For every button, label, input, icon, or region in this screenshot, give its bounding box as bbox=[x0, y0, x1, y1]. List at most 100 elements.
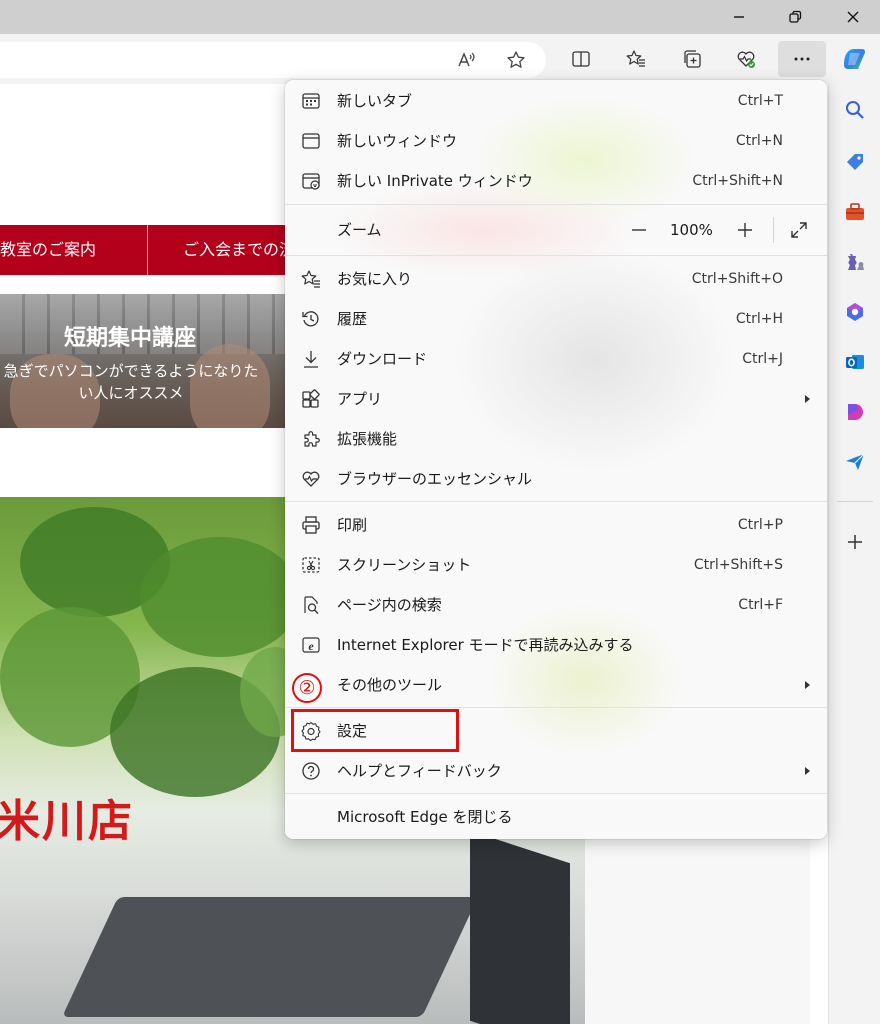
help-icon bbox=[301, 761, 321, 781]
settings-highlight-box bbox=[291, 709, 459, 752]
step-number-badge: ② bbox=[292, 673, 322, 703]
menu-item-label: ページ内の検索 bbox=[337, 596, 442, 614]
restore-button[interactable] bbox=[766, 0, 824, 34]
menu-item-shortcut: Ctrl+Shift+O bbox=[691, 271, 783, 287]
split-screen-button[interactable] bbox=[565, 43, 597, 75]
zoom-divider bbox=[773, 217, 774, 243]
submenu-arrow-icon bbox=[805, 767, 810, 775]
menu-item-new-window[interactable]: 新しいウィンドウ Ctrl+N bbox=[285, 121, 827, 161]
menu-item-shortcut: Ctrl+T bbox=[737, 93, 783, 109]
submenu-arrow-icon bbox=[805, 395, 810, 403]
copilot-icon bbox=[844, 49, 866, 69]
browser-essentials-icon bbox=[737, 51, 755, 68]
menu-item-label: 新しいウィンドウ bbox=[337, 132, 458, 150]
microsoft365-icon bbox=[847, 303, 863, 321]
course-banner[interactable]: 短期集中講座 急ぎでパソコンができるようになりた い人にオススメ bbox=[0, 294, 290, 428]
menu-item-screenshot[interactable]: スクリーンショット Ctrl+Shift+S bbox=[285, 545, 827, 585]
minimize-button[interactable] bbox=[710, 0, 768, 34]
zoom-out-button[interactable] bbox=[623, 205, 655, 255]
menu-item-more-tools[interactable]: その他のツール bbox=[285, 665, 827, 705]
add-icon bbox=[848, 535, 862, 549]
menu-item-new-inprivate-window[interactable]: 新しい InPrivate ウィンドウ Ctrl+Shift+N bbox=[285, 161, 827, 201]
menu-divider bbox=[285, 255, 827, 256]
menu-item-apps[interactable]: アプリ bbox=[285, 379, 827, 419]
sidebar-tools-button[interactable] bbox=[843, 200, 867, 224]
title-bar bbox=[0, 0, 880, 34]
svg-text:e: e bbox=[308, 639, 314, 653]
banner-title: 短期集中講座 bbox=[63, 326, 196, 351]
apps-icon bbox=[301, 389, 321, 409]
menu-item-find-on-page[interactable]: ページ内の検索 Ctrl+F bbox=[285, 585, 827, 625]
new-window-icon bbox=[301, 131, 321, 151]
menu-item-shortcut: Ctrl+F bbox=[738, 597, 783, 613]
sidebar-microsoft365-button[interactable] bbox=[843, 300, 867, 324]
banner-subtitle-line: い人にオススメ bbox=[78, 384, 184, 402]
sidebar-shopping-button[interactable] bbox=[843, 150, 867, 174]
internet-explorer-icon: e bbox=[301, 635, 321, 655]
menu-divider bbox=[285, 707, 827, 708]
minus-icon bbox=[632, 229, 646, 231]
menu-item-extensions[interactable]: 拡張機能 bbox=[285, 419, 827, 459]
menu-divider bbox=[285, 501, 827, 502]
menu-item-favorites[interactable]: お気に入り Ctrl+Shift+O bbox=[285, 259, 827, 299]
menu-item-shortcut: Ctrl+P bbox=[737, 517, 783, 533]
menu-item-shortcut: Ctrl+N bbox=[735, 133, 783, 149]
menu-item-browser-essentials[interactable]: ブラウザーのエッセンシャル bbox=[285, 459, 827, 499]
screenshot-icon bbox=[301, 555, 321, 575]
menu-item-history[interactable]: 履歴 Ctrl+H bbox=[285, 299, 827, 339]
menu-item-label: 印刷 bbox=[337, 516, 368, 534]
sidebar-designer-button[interactable] bbox=[843, 400, 867, 424]
read-aloud-button[interactable] bbox=[450, 44, 482, 76]
close-icon bbox=[847, 11, 859, 23]
banner-subtitle-line: 急ぎでパソコンができるようになりた bbox=[3, 362, 259, 380]
settings-and-more-button[interactable] bbox=[778, 41, 826, 77]
nav-link-enrollment[interactable]: ご入会までの流 bbox=[183, 225, 295, 275]
menu-item-label: ヘルプとフィードバック bbox=[337, 762, 502, 780]
outlook-icon bbox=[846, 355, 864, 369]
menu-item-label: ブラウザーのエッセンシャル bbox=[337, 470, 533, 488]
menu-item-print[interactable]: 印刷 Ctrl+P bbox=[285, 505, 827, 545]
sidebar-drop-button[interactable] bbox=[843, 450, 867, 474]
download-icon bbox=[301, 349, 321, 369]
collections-button[interactable] bbox=[676, 43, 708, 75]
menu-divider bbox=[285, 793, 827, 794]
menu-item-ie-mode[interactable]: e Internet Explorer モードで再読み込みする bbox=[285, 625, 827, 665]
menu-item-shortcut: Ctrl+J bbox=[742, 351, 783, 367]
close-window-button[interactable] bbox=[824, 0, 880, 34]
drop-icon bbox=[846, 453, 865, 470]
browser-essentials-button[interactable] bbox=[730, 43, 762, 75]
full-screen-button[interactable] bbox=[783, 205, 815, 255]
minimize-icon bbox=[734, 16, 744, 18]
browser-essentials-icon bbox=[301, 469, 321, 489]
menu-item-label: 新しいタブ bbox=[337, 92, 413, 110]
sidebar-outlook-button[interactable] bbox=[843, 350, 867, 374]
new-tab-icon bbox=[301, 91, 321, 111]
zoom-in-button[interactable] bbox=[729, 205, 761, 255]
nav-link-classroom[interactable]: 教室のご案内 bbox=[0, 225, 96, 275]
menu-item-shortcut: Ctrl+Shift+S bbox=[693, 557, 783, 573]
menu-item-label: その他のツール bbox=[337, 676, 443, 694]
collections-icon bbox=[684, 50, 701, 68]
sidebar-add-button[interactable] bbox=[843, 530, 867, 554]
favorites-button[interactable] bbox=[620, 43, 652, 75]
copilot-button[interactable] bbox=[838, 43, 870, 75]
print-icon bbox=[301, 515, 321, 535]
full-screen-icon bbox=[791, 222, 807, 238]
inprivate-icon bbox=[301, 171, 321, 191]
menu-item-new-tab[interactable]: 新しいタブ Ctrl+T bbox=[285, 81, 827, 121]
menu-item-downloads[interactable]: ダウンロード Ctrl+J bbox=[285, 339, 827, 379]
zoom-level: 100% bbox=[670, 221, 713, 239]
menu-item-shortcut: Ctrl+Shift+N bbox=[692, 173, 783, 189]
menu-item-close-edge[interactable]: Microsoft Edge を閉じる bbox=[285, 797, 827, 837]
menu-item-label: アプリ bbox=[337, 390, 383, 408]
sidebar-search-button[interactable] bbox=[843, 98, 867, 122]
store-name: 米川店 bbox=[0, 796, 134, 847]
more-icon bbox=[794, 57, 810, 61]
add-favorite-icon bbox=[507, 51, 525, 68]
laptop-keyboard-photo bbox=[62, 897, 478, 1017]
address-bar[interactable] bbox=[0, 42, 546, 78]
sidebar-games-button[interactable] bbox=[843, 250, 867, 274]
add-favorite-button[interactable] bbox=[500, 44, 532, 76]
menu-item-help-and-feedback[interactable]: ヘルプとフィードバック bbox=[285, 751, 827, 791]
search-icon bbox=[846, 101, 864, 119]
